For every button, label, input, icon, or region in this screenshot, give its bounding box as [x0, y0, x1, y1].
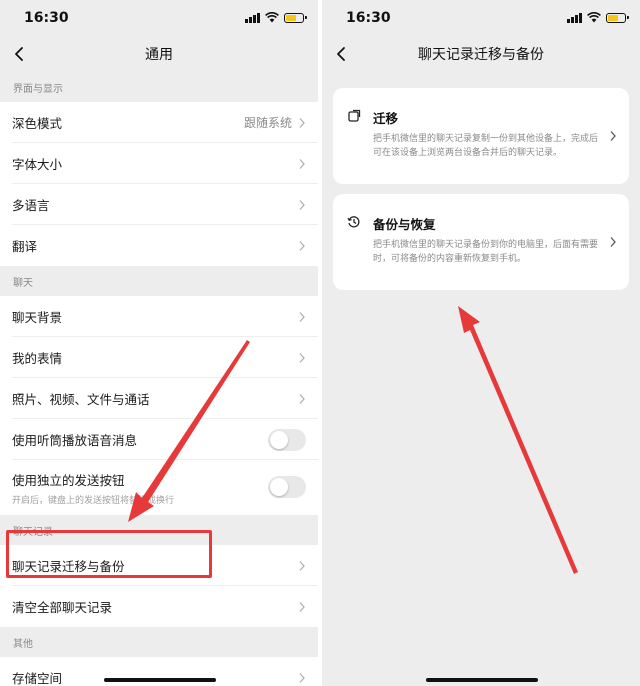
- card-description: 把手机微信里的聊天记录复制一份到其他设备上，完成后可在该设备上浏览两台设备合并后…: [373, 134, 599, 158]
- status-icons: [245, 12, 307, 23]
- nav-bar: 通用: [0, 36, 318, 72]
- chevron-right-icon: [299, 311, 305, 322]
- chevron-right-icon: [299, 393, 305, 404]
- chevron-right-icon: [299, 158, 305, 169]
- row-label: 使用独立的发送按钮: [12, 472, 125, 488]
- row-label: 深色模式: [12, 116, 63, 131]
- card-description: 把手机微信里的聊天记录备份到你的电脑里，后面有需要时，可将备份的内容重新恢复到手…: [373, 240, 599, 264]
- settings-group-display: 深色模式 跟随系统 字体大小 多语言 翻译: [0, 102, 318, 266]
- row-translate[interactable]: 翻译: [0, 225, 318, 266]
- row-label: 存储空间: [12, 671, 63, 686]
- row-media-files-calls[interactable]: 照片、视频、文件与通话: [0, 378, 318, 419]
- chevron-right-icon: [299, 117, 305, 128]
- chevron-right-icon: [299, 601, 305, 612]
- row-clear-history[interactable]: 清空全部聊天记录: [0, 586, 318, 627]
- row-label: 翻译: [12, 239, 38, 254]
- battery-icon: [606, 12, 629, 23]
- wifi-icon: [587, 12, 601, 23]
- status-bar: 16:30: [322, 0, 640, 36]
- battery-icon: [284, 12, 307, 23]
- status-time: 16:30: [24, 10, 69, 26]
- highlight-box: [6, 530, 212, 578]
- chevron-right-icon: [299, 199, 305, 210]
- section-header-chat: 聊天: [13, 278, 33, 289]
- send-button-toggle[interactable]: [268, 476, 306, 498]
- home-indicator: [104, 678, 216, 682]
- backup-restore-card[interactable]: 备份与恢复 把手机微信里的聊天记录备份到你的电脑里，后面有需要时，可将备份的内容…: [333, 194, 629, 290]
- signal-icon: [567, 12, 582, 23]
- wifi-icon: [265, 12, 279, 23]
- card-title: 备份与恢复: [373, 217, 436, 232]
- section-header-other: 其他: [13, 639, 33, 650]
- status-bar: 16:30: [0, 0, 318, 36]
- row-label: 字体大小: [12, 157, 63, 172]
- row-send-button: 使用独立的发送按钮 开启后，键盘上的发送按钮将替换成换行: [0, 460, 318, 515]
- row-sublabel: 开启后，键盘上的发送按钮将替换成换行: [12, 495, 175, 506]
- chevron-right-icon: [299, 672, 305, 683]
- migrate-card[interactable]: 迁移 把手机微信里的聊天记录复制一份到其他设备上，完成后可在该设备上浏览两台设备…: [333, 88, 629, 184]
- row-label: 我的表情: [12, 351, 63, 366]
- home-indicator: [426, 678, 538, 682]
- page-title: 聊天记录迁移与备份: [418, 47, 544, 63]
- row-label: 使用听筒播放语音消息: [12, 433, 138, 448]
- status-icons: [567, 12, 629, 23]
- earpiece-toggle[interactable]: [268, 428, 306, 451]
- status-time: 16:30: [346, 10, 391, 26]
- back-chevron-icon[interactable]: [332, 44, 352, 64]
- row-chat-background[interactable]: 聊天背景: [0, 296, 318, 337]
- migrate-backup-screen: 16:30 聊天记录迁移与备份 迁移 把手机微信里的聊天记录复制一份到其他设备上…: [322, 0, 640, 686]
- row-font-size[interactable]: 字体大小: [0, 143, 318, 184]
- row-earpiece-voice: 使用听筒播放语音消息: [0, 419, 318, 460]
- section-header-display: 界面与显示: [13, 84, 63, 95]
- chevron-right-icon: [299, 560, 305, 571]
- row-label: 照片、视频、文件与通话: [12, 392, 150, 407]
- chevron-right-icon: [610, 131, 616, 141]
- row-value: 跟随系统: [243, 116, 292, 130]
- clock-backup-icon: [347, 216, 360, 228]
- signal-icon: [245, 12, 260, 23]
- card-title: 迁移: [373, 111, 399, 126]
- general-settings-screen: 16:30 通用 界面与显示 深色模式 跟随系统 字体大小 多语言 翻译 聊天 …: [0, 0, 318, 686]
- chevron-right-icon: [610, 237, 616, 247]
- row-label: 多语言: [12, 198, 50, 213]
- back-chevron-icon[interactable]: [10, 44, 30, 64]
- chevron-right-icon: [299, 240, 305, 251]
- row-label: 聊天背景: [12, 310, 63, 325]
- page-title: 通用: [145, 47, 173, 63]
- row-my-stickers[interactable]: 我的表情: [0, 337, 318, 378]
- row-language[interactable]: 多语言: [0, 184, 318, 225]
- nav-bar: 聊天记录迁移与备份: [322, 36, 640, 72]
- chevron-right-icon: [299, 352, 305, 363]
- row-label: 清空全部聊天记录: [12, 600, 113, 615]
- migrate-icon: [348, 109, 361, 122]
- settings-group-chat: 聊天背景 我的表情 照片、视频、文件与通话 使用听筒播放语音消息 使用独立的发送…: [0, 296, 318, 515]
- row-dark-mode[interactable]: 深色模式 跟随系统: [0, 102, 318, 143]
